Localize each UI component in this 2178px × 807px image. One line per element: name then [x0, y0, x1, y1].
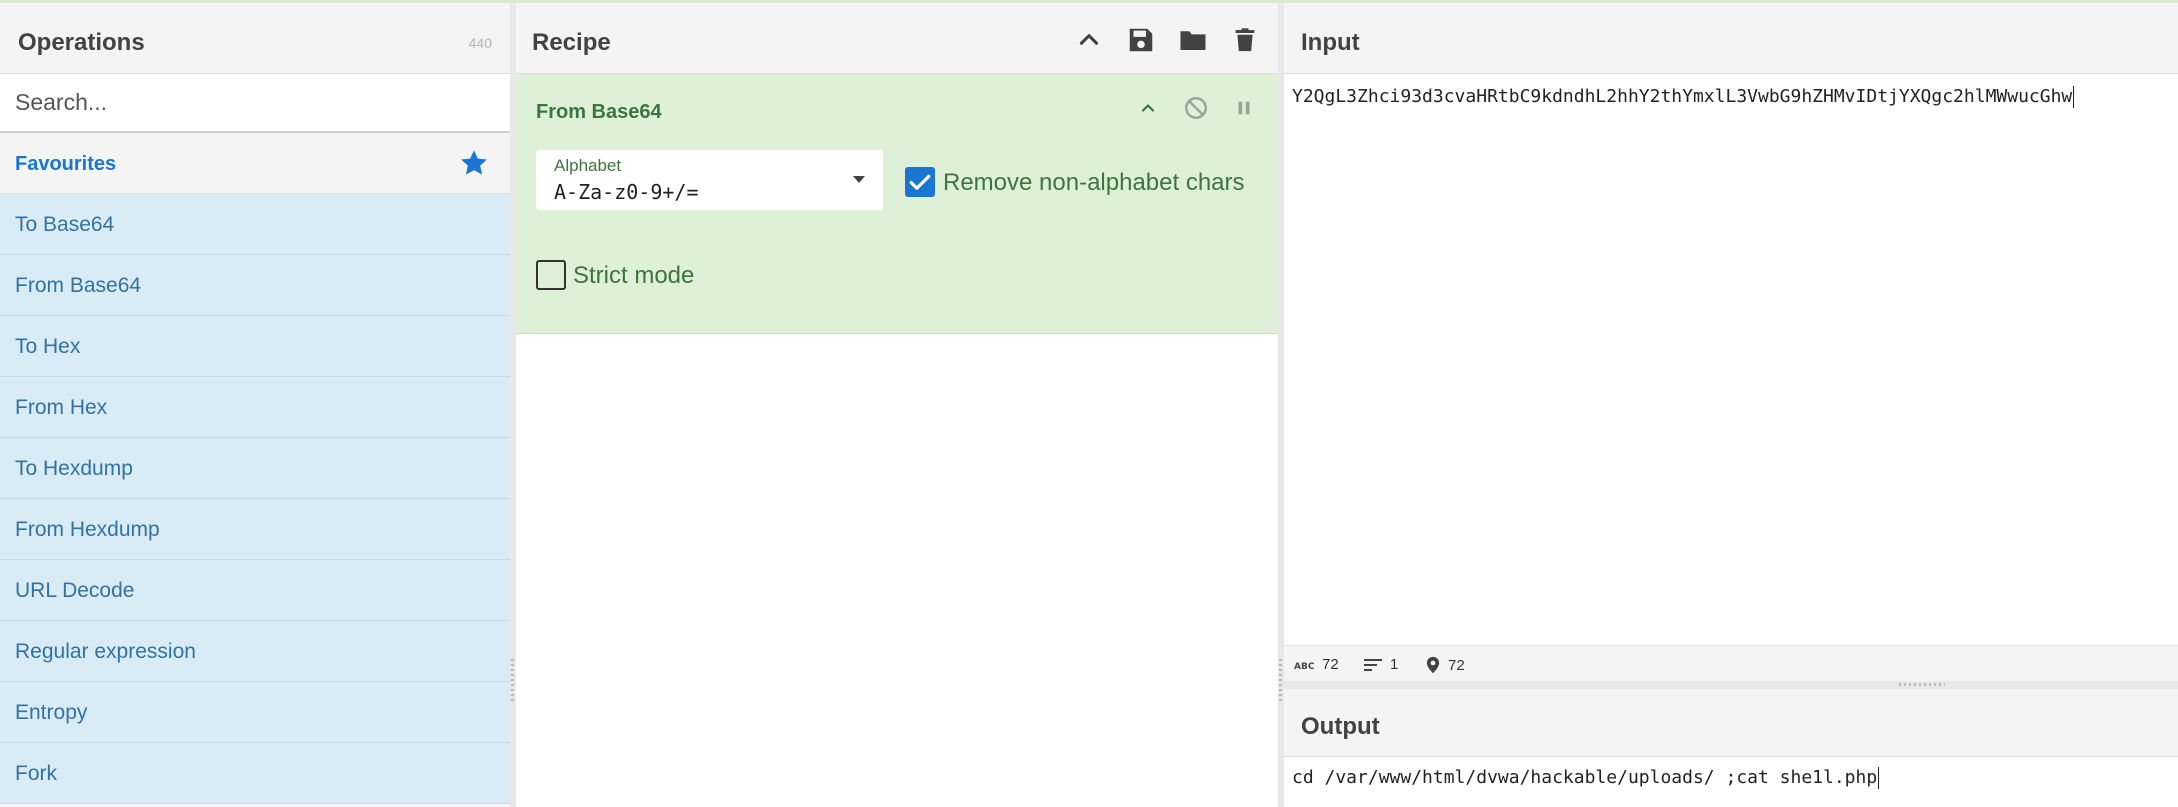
collapse-operation-button[interactable] [1134, 94, 1162, 122]
remove-non-alphabet-label: Remove non-alphabet chars [943, 169, 1245, 196]
resize-grip [1279, 659, 1282, 703]
chevron-up-icon [1079, 34, 1099, 45]
operation-card-controls [1134, 94, 1258, 122]
trash-icon [1235, 28, 1255, 52]
abc-icon: ABC [1294, 662, 1314, 671]
output-text: cd /var/www/html/dvwa/hackable/uploads/ … [1292, 767, 1878, 788]
pause-icon [1238, 101, 1250, 115]
dropdown-caret-icon [853, 176, 865, 183]
input-length-stat: ABC 72 [1294, 656, 1339, 673]
operation-item-entropy[interactable]: Entropy [0, 682, 510, 743]
search-input[interactable] [0, 74, 510, 131]
favourites-category[interactable]: Favourites [0, 133, 510, 194]
output-header: Output [1284, 689, 2178, 757]
checkmark-icon [909, 174, 931, 190]
folder-icon [1180, 31, 1206, 50]
collapse-all-button[interactable] [1072, 23, 1106, 57]
operations-title: Operations [18, 29, 145, 56]
resize-grip [511, 659, 514, 703]
operation-item-from-hexdump[interactable]: From Hexdump [0, 499, 510, 560]
strict-mode-label: Strict mode [573, 262, 695, 289]
disable-icon [1185, 97, 1207, 119]
save-recipe-button[interactable] [1124, 23, 1158, 57]
output-title: Output [1301, 713, 1380, 740]
text-cursor [2073, 86, 2075, 108]
input-title: Input [1301, 29, 1360, 56]
svg-text:ABC: ABC [1294, 662, 1314, 671]
io-resizer[interactable] [1284, 681, 2178, 689]
input-text: Y2QgL3Zhci93d3cvaHRtbC9kdndhL2hhY2thYmxl… [1292, 86, 2073, 107]
location-pin-icon [1426, 656, 1440, 674]
input-position-stat: 72 [1426, 656, 1465, 674]
operation-item-to-base64[interactable]: To Base64 [0, 194, 510, 255]
operation-item-from-hex[interactable]: From Hex [0, 377, 510, 438]
operations-search [0, 74, 510, 133]
recipe-toolbar [1072, 23, 1262, 57]
lines-icon [1364, 658, 1382, 671]
alphabet-select[interactable]: Alphabet A-Za-z0-9+/= [536, 150, 883, 210]
operations-header: Operations 440 [0, 3, 510, 74]
operations-panel: Operations 440 Favourites To Base64 From… [0, 3, 510, 807]
operation-item-from-base64[interactable]: From Base64 [0, 255, 510, 316]
input-lines-value: 1 [1390, 656, 1399, 673]
input-header: Input [1284, 3, 2178, 74]
recipe-title: Recipe [532, 29, 611, 56]
save-icon [1129, 28, 1153, 52]
input-length-value: 72 [1322, 656, 1339, 673]
strict-mode-checkbox[interactable] [536, 260, 566, 290]
io-panel: Input Y2QgL3Zhci93d3cvaHRtbC9kdndhL2hhY2… [1284, 3, 2178, 807]
star-icon[interactable] [458, 147, 490, 179]
alphabet-value: A-Za-z0-9+/= [554, 180, 699, 204]
operation-item-regular-expression[interactable]: Regular expression [0, 621, 510, 682]
output-textarea[interactable]: cd /var/www/html/dvwa/hackable/uploads/ … [1292, 767, 1880, 789]
input-textarea[interactable]: Y2QgL3Zhci93d3cvaHRtbC9kdndhL2hhY2thYmxl… [1292, 86, 2075, 108]
input-position-value: 72 [1448, 656, 1465, 674]
input-status-bar: ABC 72 1 72 [1284, 645, 2178, 681]
text-cursor [1878, 767, 1880, 789]
remove-non-alphabet-checkbox[interactable] [905, 167, 935, 197]
recipe-header: Recipe [516, 3, 1278, 74]
recipe-operation-card[interactable]: From Base64 Alphabet A-Za-z0-9+/= Remove… [516, 74, 1278, 334]
operation-item-url-decode[interactable]: URL Decode [0, 560, 510, 621]
resize-grip [1899, 683, 1945, 686]
recipe-operation-title: From Base64 [536, 101, 662, 123]
operation-item-to-hexdump[interactable]: To Hexdump [0, 438, 510, 499]
alphabet-label: Alphabet [554, 156, 622, 175]
load-recipe-button[interactable] [1176, 23, 1210, 57]
favourites-label: Favourites [15, 153, 117, 175]
clear-recipe-button[interactable] [1228, 23, 1262, 57]
operation-item-to-hex[interactable]: To Hex [0, 316, 510, 377]
operations-count: 440 [468, 35, 492, 51]
breakpoint-button[interactable] [1230, 94, 1258, 122]
disable-operation-button[interactable] [1182, 94, 1210, 122]
operation-item-fork[interactable]: Fork [0, 743, 510, 804]
input-lines-stat: 1 [1364, 656, 1398, 673]
recipe-panel: Recipe From Base64 Alphabet A-Za-z0-9+/=… [516, 3, 1278, 807]
chevron-up-icon [1141, 104, 1155, 112]
